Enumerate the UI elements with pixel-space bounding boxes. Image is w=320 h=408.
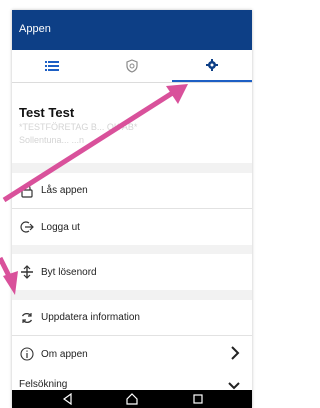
lock-app-item[interactable]: Lås appen [12,173,252,209]
location: Sollentuna... ...n [19,135,85,145]
logout-label: Logga ut [41,221,80,233]
chevron-right-icon [231,346,240,360]
tab-list[interactable] [12,50,92,82]
shield-icon [126,59,138,73]
troubleshoot-section: Felsökning [12,370,252,390]
app-bar: Appen [12,10,252,50]
change-password-label: Byt lösenord [41,266,97,278]
password-icon [19,264,35,280]
phone-screen: Appen Test Test *TESTFÖRETAG B... OK AB*… [12,10,252,408]
account-section: Lås appen Logga ut [12,173,252,245]
list-icon [45,61,59,71]
update-info-item[interactable]: Uppdatera information [12,300,252,336]
refresh-icon [19,310,35,326]
tab-settings[interactable] [172,50,252,82]
troubleshoot-label: Felsökning [19,379,68,390]
tab-bar [12,50,252,83]
profile-card: Test Test *TESTFÖRETAG B... OK AB* Solle… [12,83,252,163]
info-section: Uppdatera information Om appen [12,300,252,372]
info-icon [19,346,35,362]
annotation-arrow-to-update [0,256,12,278]
android-nav-bar [12,390,252,408]
recent-apps-icon[interactable] [192,393,204,405]
lock-app-label: Lås appen [41,185,88,196]
update-info-label: Uppdatera information [41,312,140,323]
tab-shield[interactable] [92,50,172,82]
about-app-item[interactable]: Om appen [12,336,252,372]
user-name: Test Test [19,105,75,120]
logout-item[interactable]: Logga ut [12,209,252,245]
troubleshoot-item[interactable]: Felsökning [12,370,252,390]
app-title: Appen [19,23,51,35]
logout-icon [19,219,35,235]
change-password-item[interactable]: Byt lösenord [12,254,252,290]
back-icon[interactable] [62,393,74,405]
password-section: Byt lösenord [12,254,252,290]
lock-icon [19,183,35,199]
home-icon[interactable] [126,393,138,405]
chevron-down-icon [228,382,240,390]
company-name: *TESTFÖRETAG B... OK AB* [19,122,138,132]
about-app-label: Om appen [41,348,88,360]
gear-icon [206,59,218,71]
